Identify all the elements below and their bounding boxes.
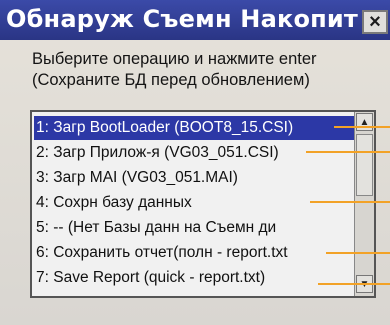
callout-line-3 — [310, 201, 390, 203]
operation-list[interactable]: 1: Загр BootLoader (BOOT8_15.CSI) 2: Заг… — [30, 110, 376, 298]
list-item-save-database[interactable]: 4: Сохрн базу данных — [34, 191, 354, 215]
list-scrollbar[interactable]: ▲ ▼ — [354, 112, 374, 296]
window-title: Обнаруж Съемн Накопит — [6, 5, 359, 33]
scroll-up-button[interactable]: ▲ — [356, 113, 373, 131]
scroll-thumb[interactable] — [356, 134, 373, 196]
list-item-load-application[interactable]: 2: Загр Прилож-я (VG03_051.CSI) — [34, 141, 354, 165]
close-button[interactable]: × — [362, 10, 388, 34]
title-bar[interactable]: Обнаруж Съемн Накопит × — [0, 0, 390, 40]
list-item-no-database[interactable]: 5: -- (Нет Базы данн на Съемн ди — [34, 216, 354, 240]
instruction-note: (Сохраните БД перед обновлением) — [32, 71, 310, 89]
dialog-window: Обнаруж Съемн Накопит × Выберите операци… — [0, 0, 390, 325]
callout-line-2 — [306, 151, 390, 153]
list-item-save-quick-report[interactable]: 7: Save Report (quick - report.txt) — [34, 266, 354, 290]
callout-line-5 — [318, 283, 390, 285]
close-icon: × — [369, 11, 381, 33]
callout-line-4 — [326, 252, 390, 254]
instruction-text: Выберите операцию и нажмите enter — [32, 50, 317, 68]
list-item-load-mai[interactable]: 3: Загр MAI (VG03_051.MAI) — [34, 166, 354, 190]
callout-line-1 — [334, 126, 390, 128]
list-item-save-full-report[interactable]: 6: Сохранить отчет(полн - report.txt — [34, 241, 354, 265]
list-item-load-bootloader[interactable]: 1: Загр BootLoader (BOOT8_15.CSI) — [34, 116, 354, 140]
